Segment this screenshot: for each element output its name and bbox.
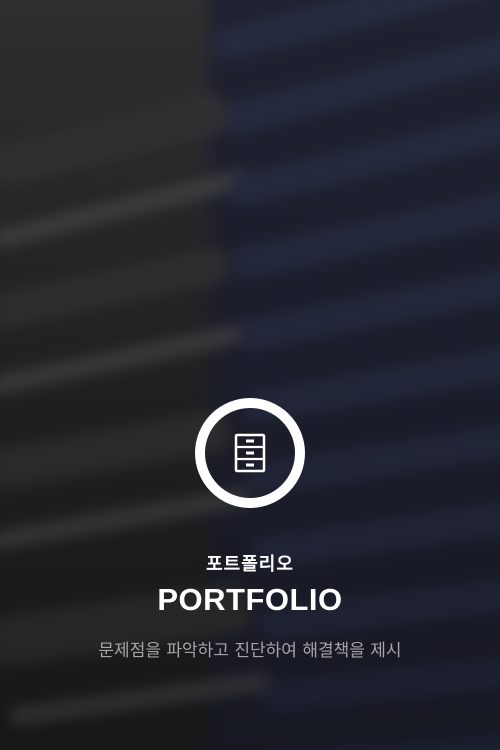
portfolio-card[interactable]: 포트폴리오 PORTFOLIO 문제점을 파악하고 진단하여 해결책을 제시 [0,0,500,750]
card-title-english: PORTFOLIO [157,582,343,617]
portfolio-icon-badge [195,398,305,508]
file-cabinet-icon [234,433,266,473]
card-subtitle: 문제점을 파악하고 진단하여 해결책을 제시 [98,641,402,661]
card-title-korean: 포트폴리오 [206,554,294,575]
